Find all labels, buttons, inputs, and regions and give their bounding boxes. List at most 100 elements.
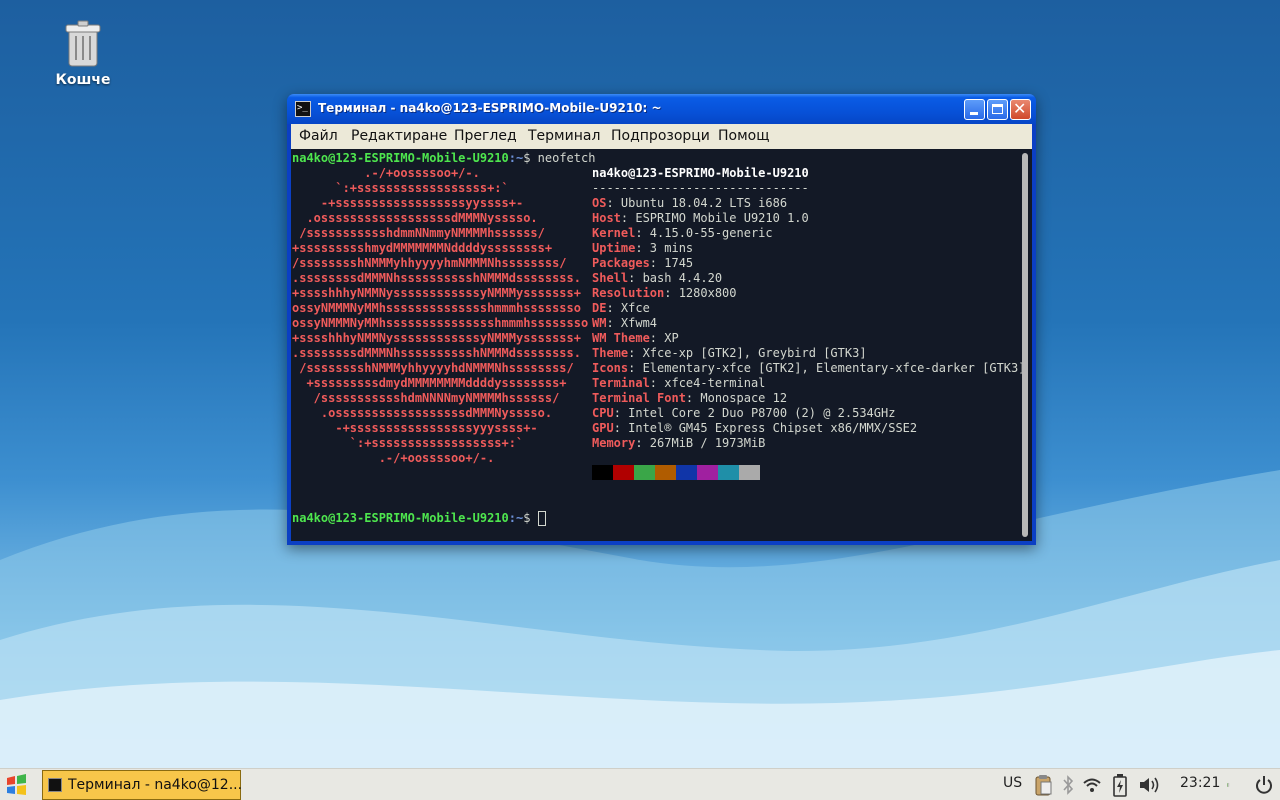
color-swatch — [592, 465, 613, 480]
window-title: Терминал - na4ko@123-ESPRIMO-Mobile-U921… — [318, 101, 662, 115]
ascii-logo-line: ossyNMMMNyMMhsssssssssssssshmmmhssssssso — [292, 301, 581, 315]
info-row: Memory: 267MiB / 1973MiB — [592, 436, 765, 451]
clock[interactable]: 23:21 — [1180, 775, 1220, 791]
ascii-logo-line: /sssssssshNMMMyhhyyyyhdNMMMNhssssssss/ — [292, 361, 574, 375]
info-label: Icons — [592, 361, 629, 375]
maximize-button[interactable] — [987, 99, 1008, 120]
ascii-logo-line: `:+ssssssssssssssssss+:` — [292, 436, 524, 450]
info-value: : Intel® GM45 Express Chipset x86/MMX/SS… — [613, 421, 918, 435]
prompt-line: na4ko@123-ESPRIMO-Mobile-U9210:~$ — [292, 511, 546, 526]
menu-help[interactable]: Помощ — [718, 128, 769, 144]
taskbar-terminal-button[interactable]: Терминал - na4ko@12... — [42, 770, 242, 800]
color-swatch — [718, 465, 739, 480]
trash-label: Кошче — [55, 72, 111, 88]
info-value: : XP — [649, 331, 679, 345]
menu-terminal[interactable]: Терминал — [528, 128, 600, 144]
info-row: Terminal Font: Monospace 12 — [592, 391, 787, 406]
workspace-switcher-icon[interactable] — [1227, 773, 1230, 797]
menu-tabs[interactable]: Подпрозорци — [611, 128, 710, 144]
maximize-icon — [992, 104, 1003, 114]
info-label: CPU — [592, 406, 614, 420]
info-value: : Xfce — [606, 301, 650, 315]
ascii-logo-line: .-/+oossssoo+/-. — [292, 451, 495, 465]
info-label: DE — [592, 301, 607, 315]
ascii-logo-line: /ssssssssssshdmNNNNmyNMMMMhssssss/ — [292, 391, 560, 405]
info-label: Theme — [592, 346, 629, 360]
taskbar: Терминал - na4ko@12... US 23:21 — [0, 768, 1280, 800]
prompt-path: :~ — [508, 151, 524, 165]
terminal-icon — [48, 778, 62, 792]
terminal-window[interactable]: >_ Терминал - na4ko@123-ESPRIMO-Mobile-U… — [287, 94, 1036, 545]
menu-file[interactable]: Файл — [299, 128, 338, 144]
info-row: Icons: Elementary-xfce [GTK2], Elementar… — [592, 361, 1025, 376]
desktop-trash[interactable]: Кошче — [50, 20, 116, 88]
info-label: Uptime — [592, 241, 636, 255]
info-row: Host: ESPRIMO Mobile U9210 1.0 — [592, 211, 809, 226]
color-swatch — [676, 465, 697, 480]
info-value: : bash 4.4.20 — [628, 271, 723, 285]
menu-view[interactable]: Преглед — [454, 128, 517, 144]
ascii-logo-line: +sssssssssdmydMMMMMMMMddddyssssssss+ — [292, 376, 567, 390]
keyboard-layout[interactable]: US — [1003, 775, 1022, 791]
prompt-symbol: $ — [523, 151, 538, 165]
info-label: Resolution — [592, 286, 665, 300]
clipboard-icon[interactable] — [1033, 774, 1053, 796]
close-icon: ✕ — [1013, 99, 1027, 118]
title-bar[interactable]: >_ Терминал - na4ko@123-ESPRIMO-Mobile-U… — [287, 94, 1036, 124]
info-row: Resolution: 1280x800 — [592, 286, 737, 301]
info-row: Shell: bash 4.4.20 — [592, 271, 722, 286]
ascii-logo-line: +ssssssssshmydMMMMMMMNddddyssssssss+ — [292, 241, 553, 255]
info-label: Terminal Font — [592, 391, 686, 405]
info-value: : 3 mins — [635, 241, 694, 255]
info-row: Theme: Xfce-xp [GTK2], Greybird [GTK3] — [592, 346, 867, 361]
color-swatch — [634, 465, 655, 480]
info-row: OS: Ubuntu 18.04.2 LTS i686 — [592, 196, 787, 211]
start-menu-icon[interactable] — [4, 772, 30, 798]
ascii-logo-line: .ssssssssdMMMNhsssssssssshNMMMdssssssss. — [292, 346, 581, 360]
prompt-symbol: $ — [523, 511, 538, 525]
info-value: : ESPRIMO Mobile U9210 1.0 — [620, 211, 809, 225]
ascii-logo-line: +sssshhhyNMMNyssssssssssssyNMMMysssssss+ — [292, 331, 581, 345]
info-label: WM — [592, 316, 607, 330]
info-divider: ------------------------------ — [592, 181, 809, 195]
info-value: : 267MiB / 1973MiB — [635, 436, 766, 450]
color-swatch — [655, 465, 676, 480]
power-icon[interactable] — [1255, 775, 1273, 795]
info-label: Kernel — [592, 226, 636, 240]
ascii-logo-line: -+sssssssssssssssssyyyssss+- — [292, 421, 538, 435]
info-row: DE: Xfce — [592, 301, 650, 316]
ascii-logo-line: `:+ssssssssssssssssss+:` — [292, 181, 509, 195]
color-swatch — [697, 465, 718, 480]
info-label: Terminal — [592, 376, 650, 390]
menu-edit[interactable]: Редактиране — [351, 128, 447, 144]
wifi-icon[interactable] — [1082, 776, 1102, 794]
info-label: Host — [592, 211, 621, 225]
terminal-icon: >_ — [295, 101, 311, 117]
info-value: : 4.15.0-55-generic — [635, 226, 773, 240]
menu-bar: Файл Редактиране Преглед Терминал Подпро… — [291, 124, 1032, 149]
color-swatch — [739, 465, 760, 480]
info-value: : Ubuntu 18.04.2 LTS i686 — [606, 196, 788, 210]
info-value: : 1745 — [649, 256, 694, 270]
ascii-logo-line: .-/+oossssoo+/-. — [292, 166, 480, 180]
command-text: neofetch — [537, 151, 596, 165]
ascii-logo-line: .ssssssssdMMMNhsssssssssshNMMMdssssssss. — [292, 271, 581, 285]
text-cursor — [537, 511, 546, 526]
prompt-user: na4ko@123-ESPRIMO-Mobile-U9210 — [292, 151, 509, 165]
trash-icon — [65, 20, 101, 67]
info-value: : Intel Core 2 Duo P8700 (2) @ 2.534GHz — [613, 406, 896, 420]
ascii-logo-line: /sssssssshNMMMyhhyyyyhmNMMMNhssssssss/ — [292, 256, 567, 270]
minimize-button[interactable] — [964, 99, 985, 120]
terminal-output[interactable]: na4ko@123-ESPRIMO-Mobile-U9210:~$ neofet… — [291, 149, 1032, 541]
volume-icon[interactable] — [1138, 775, 1162, 795]
info-label: GPU — [592, 421, 614, 435]
bluetooth-icon[interactable] — [1061, 775, 1075, 795]
scrollbar[interactable] — [1022, 153, 1028, 537]
info-label: Memory — [592, 436, 636, 450]
info-row: GPU: Intel® GM45 Express Chipset x86/MMX… — [592, 421, 917, 436]
info-label: OS — [592, 196, 607, 210]
info-row: Packages: 1745 — [592, 256, 693, 271]
info-value: : Xfwm4 — [606, 316, 658, 330]
battery-icon[interactable] — [1112, 773, 1128, 797]
close-button[interactable]: ✕ — [1010, 99, 1031, 120]
